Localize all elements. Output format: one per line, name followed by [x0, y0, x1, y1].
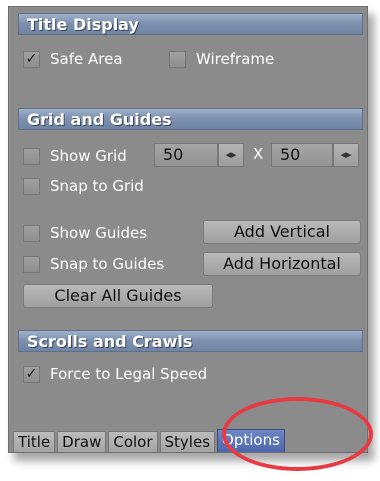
show-grid-checkbox[interactable] [23, 147, 40, 165]
tab-bar: Title Draw Color Styles Options [9, 428, 367, 452]
safe-area-option[interactable]: ✓ Safe Area [23, 50, 123, 68]
clear-all-guides-button[interactable]: Clear All Guides [23, 284, 213, 308]
add-vertical-button[interactable]: Add Vertical [203, 220, 361, 244]
force-legal-speed-label: Force to Legal Speed [50, 365, 208, 383]
snap-to-guides-option[interactable]: Snap to Guides [23, 255, 164, 273]
snap-to-grid-checkbox[interactable] [23, 177, 40, 195]
grid-y-spinner[interactable]: ◂▸ [333, 143, 359, 167]
snap-to-guides-checkbox[interactable] [23, 255, 40, 273]
add-horizontal-button[interactable]: Add Horizontal [203, 252, 361, 276]
snap-to-guides-label: Snap to Guides [50, 255, 165, 273]
show-grid-label: Show Grid [50, 147, 127, 165]
show-grid-option[interactable]: Show Grid [23, 147, 127, 165]
force-legal-speed-option[interactable]: ✓ Force to Legal Speed [23, 365, 207, 383]
grid-y-field[interactable]: 50 [271, 143, 333, 167]
tab-options[interactable]: Options [217, 429, 285, 452]
wireframe-checkbox[interactable] [169, 50, 186, 68]
snap-to-grid-option[interactable]: Snap to Grid [23, 177, 144, 195]
safe-area-checkbox[interactable]: ✓ [23, 50, 40, 68]
grid-guides-header: Grid and Guides [18, 108, 363, 130]
tab-styles[interactable]: Styles [159, 431, 216, 452]
grid-separator: X [253, 145, 263, 163]
title-display-header: Title Display [18, 13, 363, 35]
safe-area-label: Safe Area [50, 50, 123, 68]
show-guides-label: Show Guides [50, 224, 148, 242]
show-guides-checkbox[interactable] [23, 224, 40, 242]
grid-x-field[interactable]: 50 [154, 143, 218, 167]
scrolls-crawls-header: Scrolls and Crawls [18, 330, 363, 352]
grid-separator-label: X [253, 145, 264, 163]
force-legal-speed-checkbox[interactable]: ✓ [23, 365, 40, 383]
wireframe-option[interactable]: Wireframe [169, 50, 274, 68]
options-panel: Title Display ✓ Safe Area Wireframe Grid… [8, 6, 368, 453]
snap-to-grid-label: Snap to Grid [50, 177, 144, 195]
tab-color[interactable]: Color [108, 431, 158, 452]
tab-draw[interactable]: Draw [57, 431, 107, 452]
grid-x-spinner[interactable]: ◂▸ [218, 143, 244, 167]
wireframe-label: Wireframe [196, 50, 275, 68]
tab-title[interactable]: Title [13, 431, 56, 452]
show-guides-option[interactable]: Show Guides [23, 224, 147, 242]
